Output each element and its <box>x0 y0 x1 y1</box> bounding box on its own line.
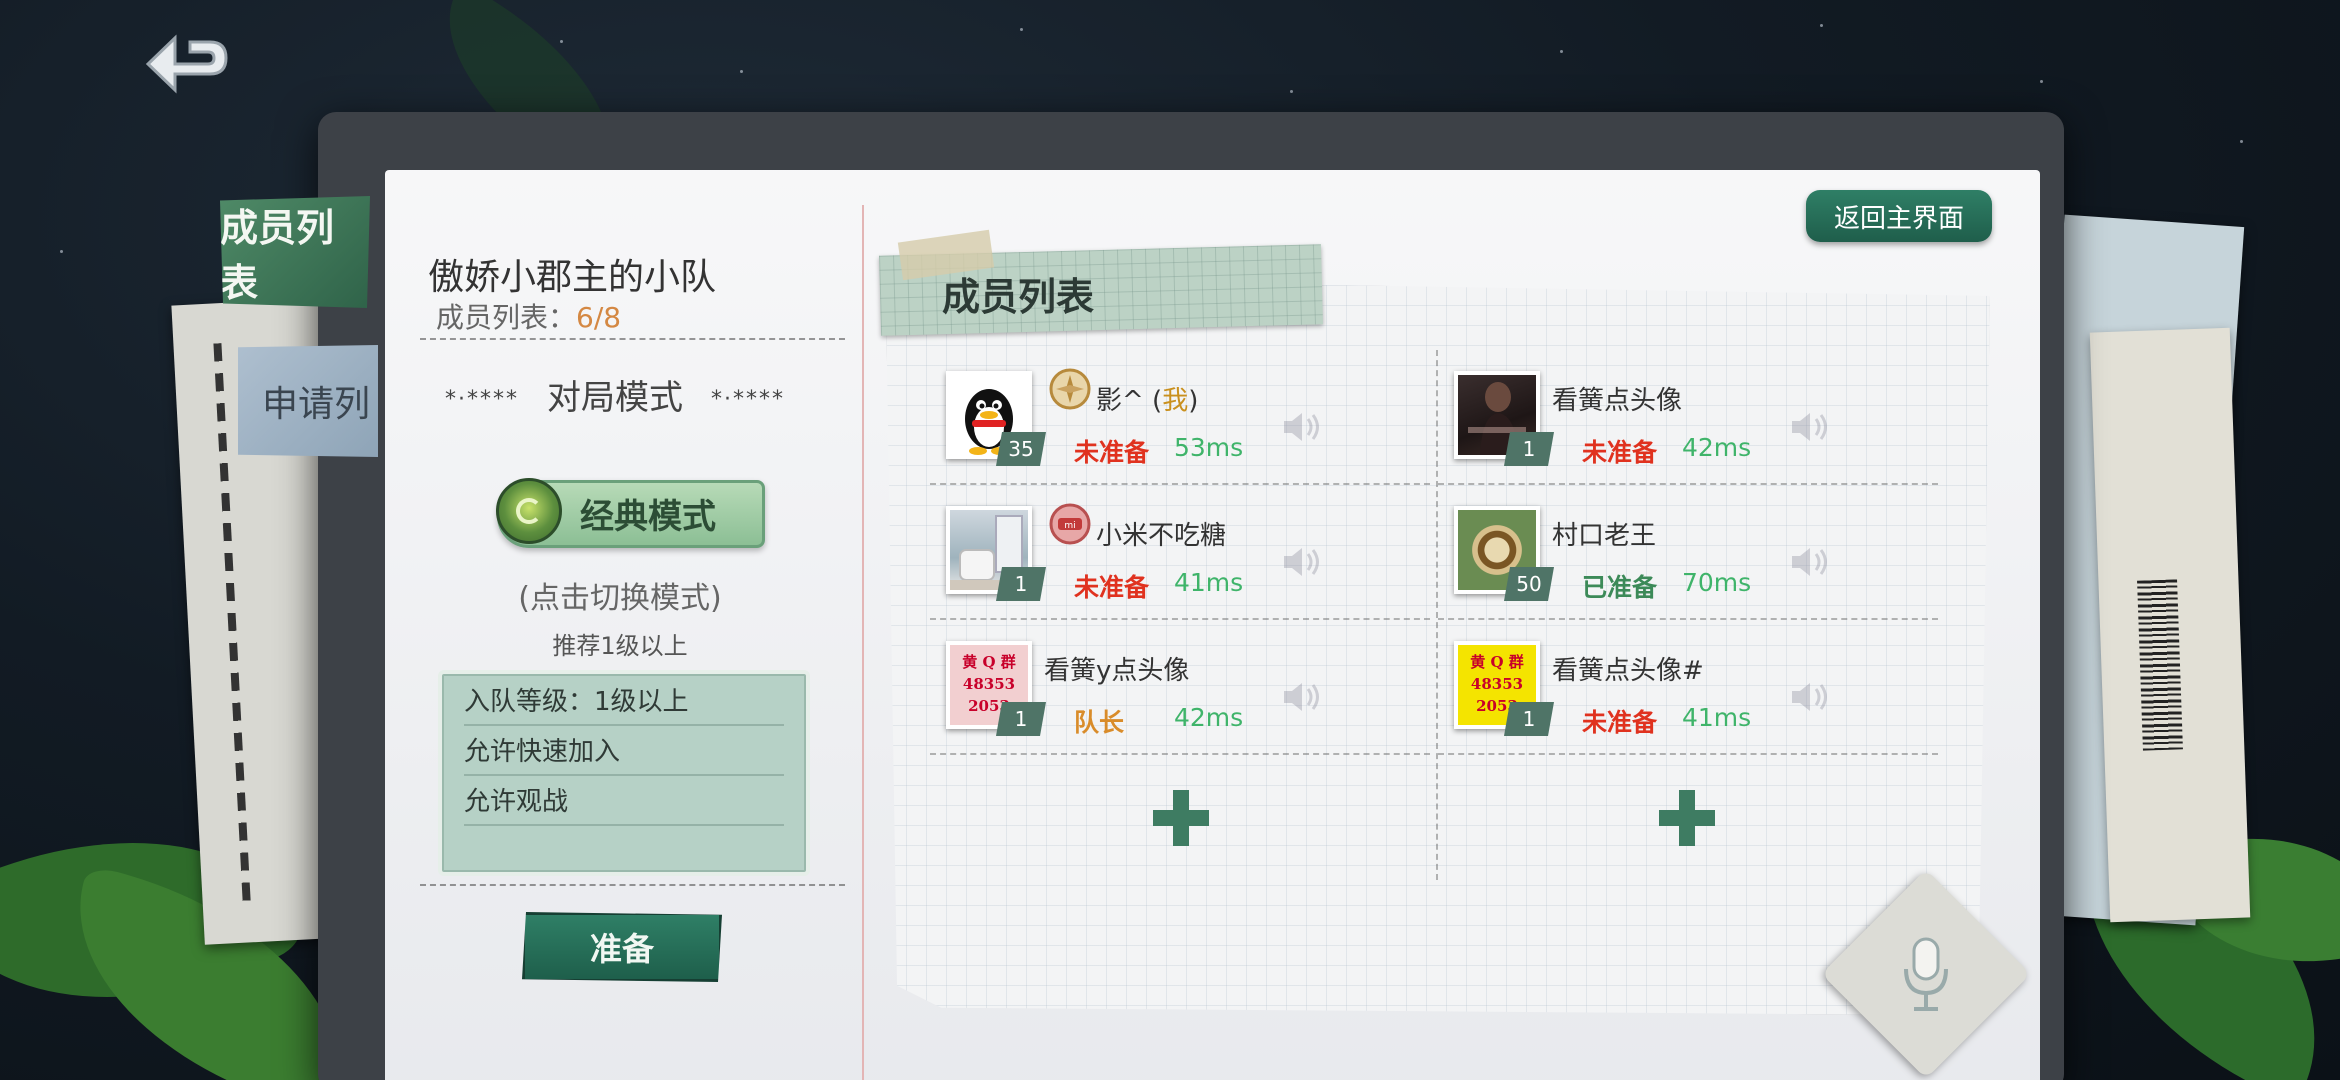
player-name: 看簧点头像 <box>1552 386 1683 416</box>
speaker-icon[interactable] <box>1788 542 1838 582</box>
page-margin-line <box>862 205 864 1080</box>
speaker-icon[interactable] <box>1280 677 1330 717</box>
mode-recommendation: 推荐1级以上 <box>552 632 688 660</box>
ping: 70ms <box>1682 568 1752 597</box>
ping: 41ms <box>1682 703 1752 732</box>
game-stage: 成员列表 申请列 傲娇小郡主的小队 成员列表：6/8 *·**** 对局模式 *·*… <box>0 0 2340 1080</box>
setting-allow-spectate: 允许观战 <box>464 780 784 826</box>
ready-status: 未准备 <box>1582 708 1658 737</box>
divider <box>420 884 845 886</box>
member-slot[interactable]: 50 村口老王 已准备 70ms <box>1438 490 1938 620</box>
member-slot[interactable]: 1 mi 小米不吃糖 未准备 41ms <box>930 490 1430 620</box>
mode-switch-button[interactable]: 经典模式 <box>496 478 765 548</box>
team-name: 傲娇小郡主的小队 <box>428 257 717 298</box>
player-name: 看簧y点头像 <box>1044 656 1190 686</box>
avatar-ad-line: 48353 <box>1470 675 1524 693</box>
player-name: 小米不吃糖 <box>1096 521 1227 551</box>
mode-switch-hint: (点击切换模式) <box>518 581 722 616</box>
mode-title-label: 对局模式 <box>547 378 683 418</box>
player-name: 村口老王 <box>1552 521 1657 551</box>
level-badge: 35 <box>996 432 1046 466</box>
me-tag: 我 <box>1162 386 1189 416</box>
ping: 42ms <box>1682 433 1752 462</box>
setting-quick-join: 允许快速加入 <box>464 730 784 776</box>
setting-join-level: 入队等级：1级以上 <box>464 680 784 726</box>
speaker-icon[interactable] <box>1280 542 1330 582</box>
ready-status: 已准备 <box>1582 573 1658 602</box>
level-badge: 1 <box>996 567 1046 601</box>
ready-status: 未准备 <box>1074 573 1150 602</box>
ready-status: 未准备 <box>1582 438 1658 467</box>
player-name: 看簧点头像# <box>1552 656 1704 686</box>
invite-slot[interactable] <box>926 760 1426 882</box>
plus-icon <box>1659 790 1715 846</box>
svg-text:mi: mi <box>1064 521 1075 531</box>
player-name-suffix: ) <box>1188 386 1199 416</box>
mode-section-title: *·**** 对局模式 *·**** <box>420 370 810 419</box>
xiaomi-badge-icon: mi <box>1049 503 1091 545</box>
speaker-icon[interactable] <box>1280 407 1330 447</box>
member-slot[interactable]: 黄 Q 群 48353 2053 1 看簧点头像# 未准备 41ms <box>1438 625 1938 755</box>
divider <box>420 338 845 340</box>
star-decoration: *·**** <box>445 387 519 412</box>
return-main-button[interactable]: 返回主界面 <box>1806 190 1992 242</box>
level-badge: 1 <box>1504 702 1554 736</box>
ready-status: 未准备 <box>1074 438 1150 467</box>
mode-label: 经典模式 <box>580 497 716 537</box>
ready-button[interactable]: 准备 <box>522 912 722 982</box>
back-arrow-icon[interactable] <box>130 30 240 110</box>
invite-slot[interactable] <box>1432 760 1932 882</box>
level-badge: 1 <box>996 702 1046 736</box>
ping: 41ms <box>1174 568 1244 597</box>
player-name-text: 影^ ( <box>1096 386 1163 416</box>
speaker-icon[interactable] <box>1788 407 1838 447</box>
tab-member-list[interactable]: 成员列表 <box>220 196 370 308</box>
member-slot[interactable]: 黄 Q 群 48353 2053 1 看簧y点头像 队长 42ms <box>930 625 1430 755</box>
member-count-value: 6/8 <box>576 301 622 334</box>
mode-emblem-icon <box>496 478 562 544</box>
speaker-icon[interactable] <box>1788 677 1838 717</box>
member-slot[interactable]: 35 影^ (我) 未准备 53ms <box>930 355 1430 485</box>
star-decoration: *·**** <box>711 387 785 412</box>
member-count-label: 成员列表： <box>436 301 577 334</box>
barcode-decoration <box>2137 579 2183 751</box>
member-slot[interactable]: 1 看簧点头像 未准备 42ms <box>1438 355 1938 485</box>
ping: 42ms <box>1174 703 1244 732</box>
microphone-icon <box>1904 937 1948 1011</box>
player-name: 影^ (我) <box>1096 380 1198 417</box>
avatar-ad-line: 48353 <box>962 675 1016 693</box>
card-title: 成员列表 <box>942 275 1095 319</box>
team-settings-box[interactable]: 入队等级：1级以上 允许快速加入 允许观战 <box>438 670 810 876</box>
level-badge: 50 <box>1504 567 1554 601</box>
avatar-ad-line: 黄 Q 群 <box>1470 653 1524 671</box>
member-count: 成员列表：6/8 <box>436 296 621 336</box>
compass-badge-icon <box>1049 368 1091 410</box>
plus-icon <box>1153 790 1209 846</box>
ping: 53ms <box>1174 433 1244 462</box>
ready-status: 队长 <box>1074 708 1125 737</box>
tab-apply-list[interactable]: 申请列 <box>238 345 378 457</box>
avatar-ad-line: 黄 Q 群 <box>962 653 1016 671</box>
level-badge: 1 <box>1504 432 1554 466</box>
